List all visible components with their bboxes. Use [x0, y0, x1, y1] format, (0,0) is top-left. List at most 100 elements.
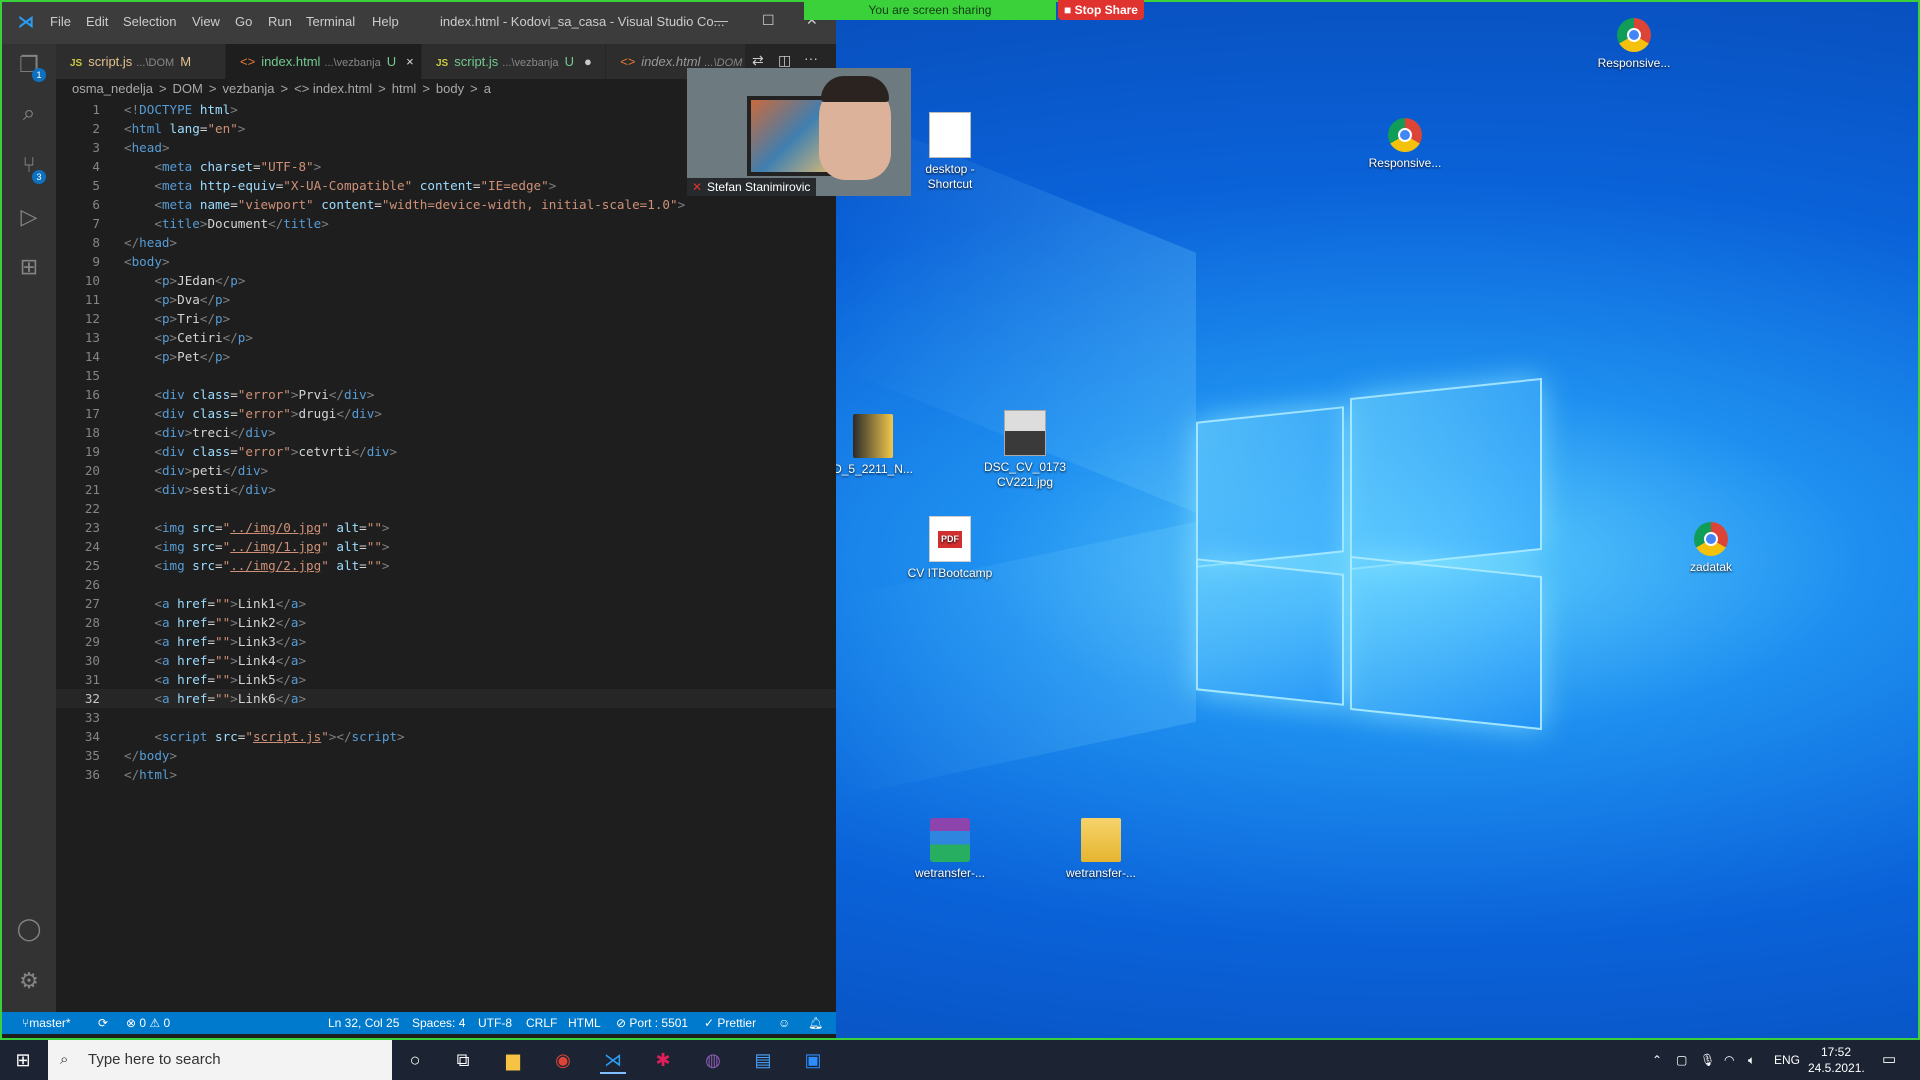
- code-line[interactable]: 29 <a href="">Link3</a>: [56, 632, 836, 651]
- volume-icon[interactable]: 🔈︎: [1748, 1040, 1755, 1080]
- code-line[interactable]: 21 <div>sesti</div>: [56, 480, 836, 499]
- desktop-icon-cv-itbootcamp[interactable]: PDF CV ITBootcamp: [905, 516, 995, 581]
- file-explorer-icon[interactable]: ▆: [500, 1048, 526, 1072]
- search-icon[interactable]: ⌕: [16, 100, 42, 126]
- breadcrumb-item[interactable]: html: [392, 81, 417, 96]
- desktop-icon-wetransfer-1[interactable]: wetransfer-...: [905, 818, 995, 881]
- line-ending[interactable]: CRLF: [526, 1012, 557, 1034]
- breadcrumb-item[interactable]: osma_nedelja: [72, 81, 153, 96]
- code-line[interactable]: 28 <a href="">Link2</a>: [56, 613, 836, 632]
- cortana-icon[interactable]: ○: [402, 1048, 428, 1072]
- git-branch[interactable]: ⑂ master*: [22, 1012, 71, 1034]
- cursor-position[interactable]: Ln 32, Col 25: [328, 1012, 399, 1034]
- code-line[interactable]: 14 <p>Pet</p>: [56, 347, 836, 366]
- encoding[interactable]: UTF-8: [478, 1012, 512, 1034]
- wifi-icon[interactable]: ◠: [1724, 1040, 1734, 1080]
- desktop-icon-responsive-1[interactable]: Responsive...: [1589, 12, 1679, 71]
- prettier-status[interactable]: ✓ Prettier: [704, 1012, 756, 1034]
- menu-go[interactable]: Go: [235, 14, 252, 29]
- tab-script-js-vezbanja[interactable]: JS script.js ...\vezbanja U ●: [422, 44, 606, 79]
- participant-video[interactable]: ✕ Stefan Stanimirovic: [687, 68, 911, 196]
- code-line[interactable]: 8 </head>: [56, 233, 836, 252]
- code-line[interactable]: 9 <body>: [56, 252, 836, 271]
- code-editor[interactable]: 1 <!DOCTYPE html> 2 <html lang="en"> 3 <head>…: [56, 100, 836, 1012]
- viber-taskbar-icon[interactable]: ◍: [700, 1048, 726, 1072]
- code-line[interactable]: 35 </body>: [56, 746, 836, 765]
- code-line[interactable]: 30 <a href="">Link4</a>: [56, 651, 836, 670]
- desktop-icon-d5-folder[interactable]: D_5_2211_N...: [828, 414, 918, 477]
- desktop-icon-wetransfer-2[interactable]: wetransfer-...: [1056, 818, 1146, 881]
- code-line[interactable]: 34 <script src="script.js"></script>: [56, 727, 836, 746]
- taskbar-search-input[interactable]: ⌕ Type here to search: [48, 1040, 392, 1080]
- maximize-icon[interactable]: ☐: [762, 12, 775, 29]
- notifications-bell-icon[interactable]: 🔔︎: [808, 1012, 823, 1034]
- code-line[interactable]: 25 <img src="../img/2.jpg" alt="">: [56, 556, 836, 575]
- compare-changes-icon[interactable]: ⇄: [752, 52, 764, 69]
- account-icon[interactable]: ◯: [16, 916, 42, 942]
- minimize-icon[interactable]: —: [714, 12, 728, 28]
- split-editor-icon[interactable]: ◫: [778, 52, 791, 69]
- tab-close-icon[interactable]: ×: [406, 54, 414, 69]
- language-indicator[interactable]: ENG: [1774, 1040, 1800, 1080]
- code-line[interactable]: 17 <div class="error">drugi</div>: [56, 404, 836, 423]
- stop-share-button[interactable]: ■ Stop Share: [1058, 0, 1144, 20]
- indentation[interactable]: Spaces: 4: [412, 1012, 465, 1034]
- action-center-icon[interactable]: ▭: [1882, 1040, 1896, 1080]
- breadcrumb-item[interactable]: vezbanja: [222, 81, 274, 96]
- code-line[interactable]: 6 <meta name="viewport" content="width=d…: [56, 195, 836, 214]
- breadcrumb-item[interactable]: a: [484, 81, 491, 96]
- code-line[interactable]: 26: [56, 575, 836, 594]
- breadcrumb-item[interactable]: body: [436, 81, 464, 96]
- clock[interactable]: 17:52 24.5.2021.: [1808, 1044, 1865, 1076]
- code-line[interactable]: 33: [56, 708, 836, 727]
- menu-selection[interactable]: Selection: [123, 14, 176, 29]
- run-debug-icon[interactable]: ▷: [16, 204, 42, 230]
- live-server-port[interactable]: ⊘ Port : 5501: [616, 1012, 688, 1034]
- desktop-icon-dsc-jpg[interactable]: DSC_CV_0173 CV221.jpg: [980, 410, 1070, 490]
- tab-index-html-vezbanja[interactable]: <> index.html ...\vezbanja U ×: [226, 44, 422, 79]
- code-line[interactable]: 13 <p>Cetiri</p>: [56, 328, 836, 347]
- menu-file[interactable]: File: [50, 14, 71, 29]
- code-line[interactable]: 12 <p>Tri</p>: [56, 309, 836, 328]
- code-line[interactable]: 23 <img src="../img/0.jpg" alt="">: [56, 518, 836, 537]
- menu-help[interactable]: Help: [372, 14, 399, 29]
- code-line[interactable]: 36 </html>: [56, 765, 836, 784]
- code-line[interactable]: 7 <title>Document</title>: [56, 214, 836, 233]
- microphone-icon[interactable]: 🎙︎: [1700, 1040, 1715, 1080]
- code-line[interactable]: 22: [56, 499, 836, 518]
- code-line[interactable]: 18 <div>treci</div>: [56, 423, 836, 442]
- code-line[interactable]: 11 <p>Dva</p>: [56, 290, 836, 309]
- problems-indicator[interactable]: ⊗ 0 ⚠ 0: [126, 1012, 170, 1034]
- code-line[interactable]: 16 <div class="error">Prvi</div>: [56, 385, 836, 404]
- menu-view[interactable]: View: [192, 14, 220, 29]
- more-actions-icon[interactable]: ···: [804, 50, 818, 66]
- code-line[interactable]: 27 <a href="">Link1</a>: [56, 594, 836, 613]
- desktop-icon-responsive-2[interactable]: Responsive...: [1360, 112, 1450, 171]
- feedback-icon[interactable]: ☺: [778, 1012, 790, 1034]
- menu-run[interactable]: Run: [268, 14, 292, 29]
- code-line[interactable]: 24 <img src="../img/1.jpg" alt="">: [56, 537, 836, 556]
- breadcrumb-item[interactable]: DOM: [173, 81, 203, 96]
- code-line[interactable]: 20 <div>peti</div>: [56, 461, 836, 480]
- tab-script-js-dom[interactable]: JS script.js ...\DOM M: [56, 44, 226, 79]
- code-line[interactable]: 32 <a href="">Link6</a>: [56, 689, 836, 708]
- desktop-icon-desktop-shortcut[interactable]: desktop - Shortcut: [905, 112, 995, 192]
- windows-start-icon[interactable]: ⊞: [10, 1048, 36, 1072]
- settings-gear-icon[interactable]: ⚙: [16, 968, 42, 994]
- task-view-icon[interactable]: ⧉: [450, 1048, 476, 1072]
- desktop-icon-zadatak[interactable]: zadatak: [1666, 516, 1756, 575]
- breadcrumb-item[interactable]: <> index.html: [294, 81, 372, 96]
- menu-terminal[interactable]: Terminal: [306, 14, 355, 29]
- code-line[interactable]: 19 <div class="error">cetvrti</div>: [56, 442, 836, 461]
- tray-overflow-icon[interactable]: ⌃: [1652, 1040, 1662, 1080]
- photos-taskbar-icon[interactable]: ▤: [750, 1048, 776, 1072]
- unsaved-dot-icon[interactable]: ●: [584, 54, 592, 69]
- language-mode[interactable]: HTML: [568, 1012, 601, 1034]
- code-line[interactable]: 31 <a href="">Link5</a>: [56, 670, 836, 689]
- sync-icon[interactable]: ⟳: [98, 1012, 108, 1034]
- code-line[interactable]: 15: [56, 366, 836, 385]
- vscode-taskbar-icon[interactable]: ⋊: [600, 1048, 626, 1074]
- zoom-taskbar-icon[interactable]: ▣: [800, 1048, 826, 1072]
- menu-edit[interactable]: Edit: [86, 14, 108, 29]
- chrome-taskbar-icon[interactable]: ◉: [550, 1048, 576, 1072]
